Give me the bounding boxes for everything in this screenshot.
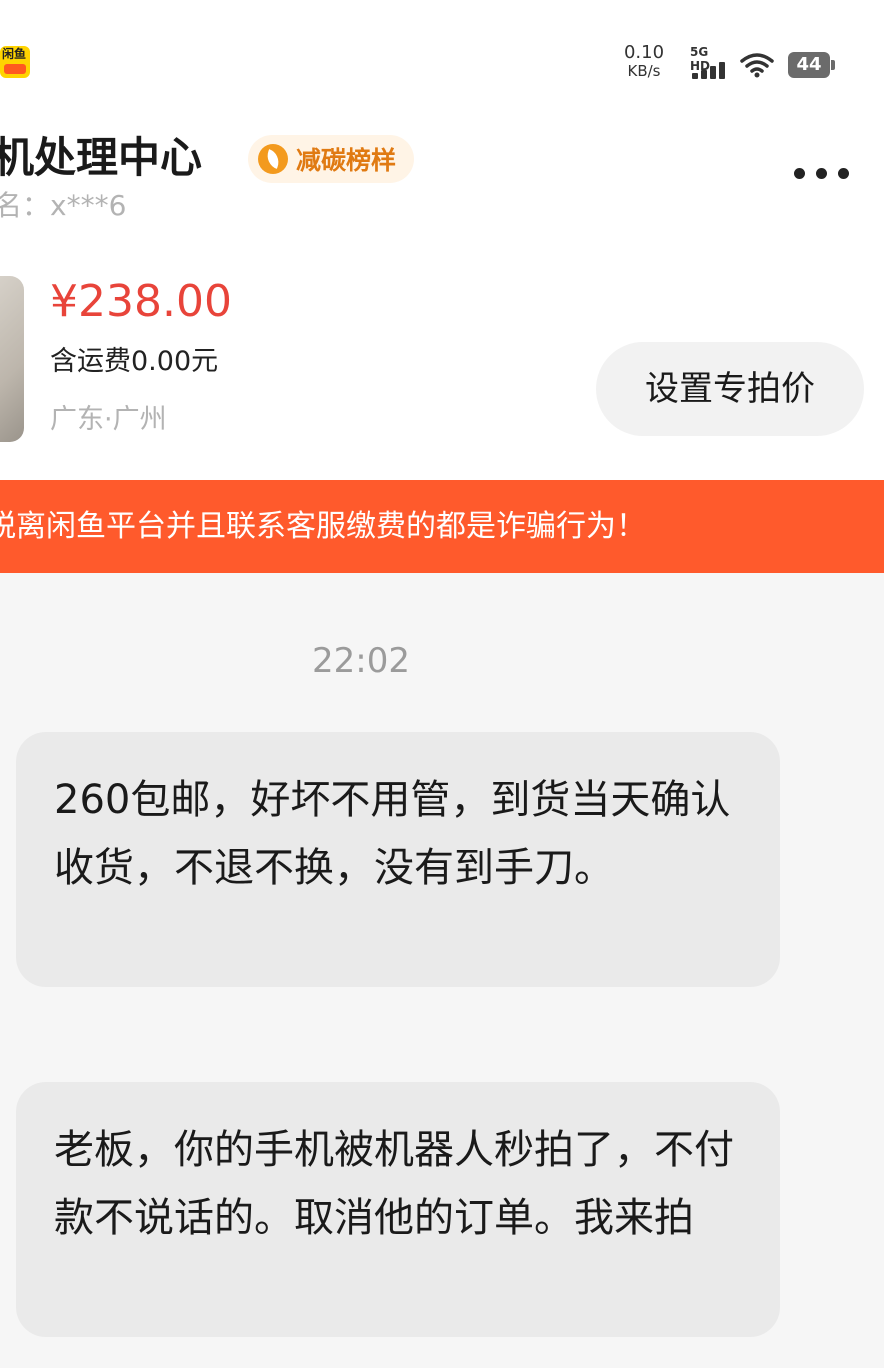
seller-name-title: 机处理中心 bbox=[0, 133, 203, 182]
seller-username: 名：x***6 bbox=[0, 189, 127, 222]
more-options-icon[interactable] bbox=[790, 164, 860, 184]
fraud-warning-banner: 脱离闲鱼平台并且联系客服缴费的都是诈骗行为！ bbox=[0, 480, 884, 573]
carbon-badge-label: 减碳榜样 bbox=[296, 146, 397, 175]
message-bubble[interactable]: 260包邮，好坏不用管，到货当天确认收货，不退不换，没有到手刀。 bbox=[16, 732, 780, 987]
product-price: ¥238.00 bbox=[50, 276, 232, 327]
set-special-price-button[interactable]: 设置专拍价 bbox=[596, 342, 864, 436]
app-icon-label: 闲鱼 bbox=[2, 47, 27, 61]
leaf-icon bbox=[258, 144, 288, 174]
network-speed-unit: KB/s bbox=[627, 62, 661, 80]
app-icon-band bbox=[4, 64, 26, 74]
shipping-fee: 含运费0.00元 bbox=[50, 346, 219, 377]
wifi-icon bbox=[740, 52, 774, 78]
network-speed: 0.10 KB/s bbox=[620, 42, 668, 81]
cellular-signal-icon: 5G HD bbox=[690, 45, 730, 81]
carbon-badge[interactable]: 减碳榜样 bbox=[248, 135, 415, 183]
product-location: 广东·广州 bbox=[50, 404, 167, 435]
battery-level: 44 bbox=[788, 52, 830, 78]
chat-timestamp: 22:02 bbox=[312, 641, 410, 681]
network-speed-value: 0.10 bbox=[623, 42, 665, 63]
battery-icon: 44 bbox=[788, 52, 835, 78]
message-bubble[interactable]: 老板，你的手机被机器人秒拍了，不付款不说话的。取消他的订单。我来拍 bbox=[16, 1082, 780, 1337]
fraud-warning-text: 脱离闲鱼平台并且联系客服缴费的都是诈骗行为！ bbox=[0, 509, 646, 544]
xianyu-app-icon: 闲鱼 bbox=[0, 46, 30, 78]
product-thumbnail[interactable] bbox=[0, 276, 24, 442]
